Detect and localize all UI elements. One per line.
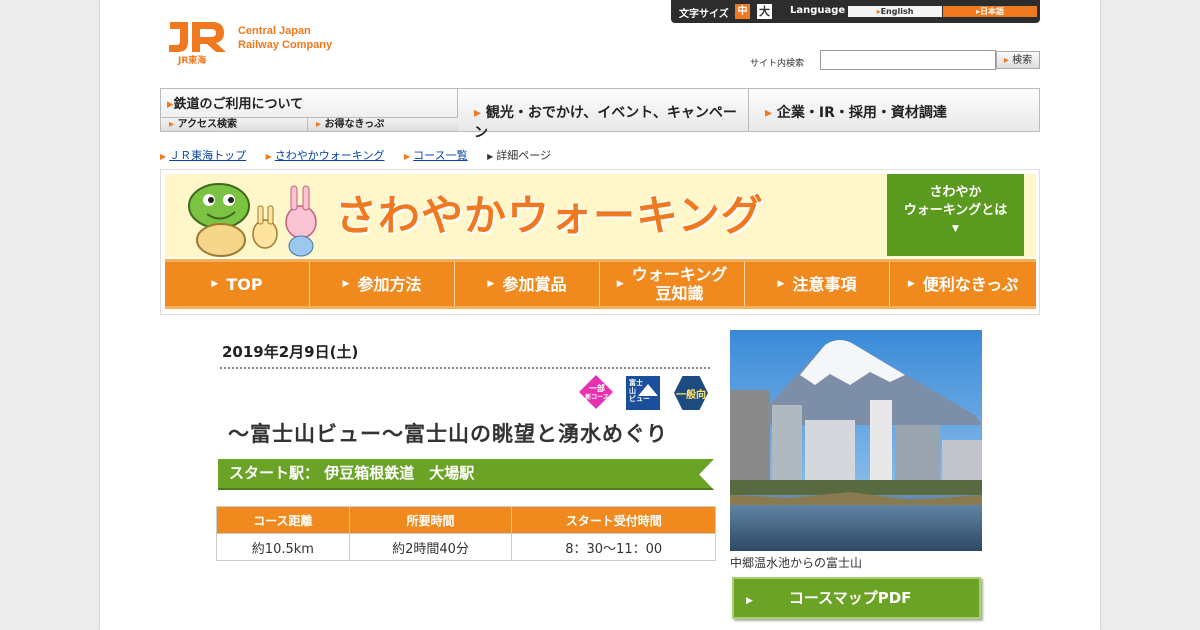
general-badge-icon: 一般向 <box>674 376 708 410</box>
search-button[interactable]: ▸ 検索 <box>996 51 1040 69</box>
mountain-icon <box>638 384 658 396</box>
site-search-input[interactable] <box>820 50 996 70</box>
duration-value: 約2時間40分 <box>348 533 513 561</box>
breadcrumb: ▶ ＪＲ東海トップ ▶ さわやかウォーキング ▶ コース一覧 ▶ 詳細ページ <box>160 147 567 163</box>
jr-central-logo[interactable]: JR東海 Central Japan Railway Company <box>166 18 356 66</box>
nav-railway-label: 鉄道のご利用について <box>173 97 304 112</box>
mascot-illustration <box>188 183 317 257</box>
tab-walking-tips[interactable]: ▶ ウォーキング 豆知識 <box>600 262 745 306</box>
search-button-label: 検索 <box>1012 55 1033 66</box>
about-walking-button[interactable]: さわやか ウォーキングとは ▼ <box>887 174 1024 256</box>
col-duration: 所要時間 <box>348 506 513 534</box>
fuji-view-badge-icon: 富士 山 ビュー <box>626 376 660 410</box>
new-course-badge-icon: 一部 新コース <box>579 375 614 410</box>
nav-tourism[interactable]: ▸ 観光・おでかけ、イベント、キャンペーン <box>458 89 749 141</box>
global-nav: ▸ 鉄道のご利用について ▸ アクセス検索 ▸ お得なきっぷ ▸ 観光・おでかけ、… <box>160 88 1040 141</box>
nav-railway[interactable]: ▸ 鉄道のご利用について ▸ アクセス検索 ▸ お得なきっぷ <box>161 89 458 131</box>
distance-value: 約10.5km <box>216 533 350 561</box>
breadcrumb-link-top[interactable]: ＪＲ東海トップ <box>169 149 246 162</box>
language-japanese-button[interactable]: ▸日本語 <box>943 6 1037 17</box>
nav-access-search[interactable]: ▸ アクセス検索 <box>161 117 308 131</box>
tab-top-label: TOP <box>226 274 263 294</box>
nav-corporate[interactable]: ▸ 企業・IR・採用・資材調達 <box>749 89 1039 131</box>
tab-how-to-join[interactable]: ▶ 参加方法 <box>310 262 455 306</box>
arrow-icon: ▸ <box>316 119 322 130</box>
tab-notes-label: 注意事項 <box>792 274 857 294</box>
tab-useful-tickets[interactable]: ▶ 便利なきっぷ <box>890 262 1036 306</box>
mt-fuji-photo <box>730 330 982 551</box>
badge-general-label: 一般向 <box>676 390 706 401</box>
company-name: Central Japan Railway Company <box>238 24 332 52</box>
breadcrumb-link-course-list[interactable]: コース一覧 <box>413 149 467 162</box>
company-line-1: Central Japan <box>238 25 311 37</box>
tab-top[interactable]: ▶ TOP <box>165 262 310 306</box>
badge-new-line-2: 新コース <box>585 394 609 401</box>
language-label: Language <box>790 5 846 16</box>
event-date: 2019年2月9日(土) <box>222 343 359 361</box>
course-info-table: コース距離 所要時間 スタート受付時間 約10.5km 約2時間40分 8：30… <box>216 506 716 561</box>
arrow-icon: ▶ <box>487 152 494 161</box>
tab-walking-tips-line-1: ウォーキング <box>631 265 728 284</box>
nav-tickets-label: お得なきっぷ <box>324 119 385 130</box>
arrow-icon: ▶ <box>342 278 350 289</box>
arrow-icon: ▶ <box>616 278 624 289</box>
about-line-2: ウォーキングとは <box>903 203 1008 218</box>
arrow-icon: ▶ <box>403 152 411 161</box>
col-start-time: スタート受付時間 <box>511 506 716 534</box>
breadcrumb-link-walking[interactable]: さわやかウォーキング <box>275 149 385 162</box>
arrow-icon: ▶ <box>211 278 219 289</box>
walking-tabs: ▶ TOP ▶ 参加方法 ▶ 参加賞品 ▶ ウォーキング 豆知識 ▶ 注意事項 ▶ 便利なきっ… <box>165 259 1036 309</box>
about-line-1: さわやか <box>929 185 982 200</box>
font-size-label: 文字サイズ <box>679 9 729 20</box>
company-line-2: Railway Company <box>238 39 333 51</box>
arrow-icon: ▶ <box>487 278 495 289</box>
badge-fuji-line-2: 山 <box>629 387 636 395</box>
arrow-icon: ▸ <box>474 105 482 121</box>
tab-useful-tickets-label: 便利なきっぷ <box>922 274 1019 294</box>
language-english-label: English <box>880 7 914 16</box>
banner-header: さわやかウォーキング さわやか ウォーキングとは ▼ <box>165 174 1036 257</box>
banner-title: さわやかウォーキング <box>335 191 764 240</box>
col-distance: コース距離 <box>216 506 350 534</box>
arrow-icon: ▼ <box>952 224 959 234</box>
course-map-pdf-button[interactable]: ▶ コースマップPDF <box>732 577 981 619</box>
tab-how-to-join-label: 参加方法 <box>357 274 422 294</box>
logo-sub: JR東海 <box>178 56 207 66</box>
tab-prizes[interactable]: ▶ 参加賞品 <box>455 262 600 306</box>
font-size-medium-button[interactable]: 中 <box>735 4 750 19</box>
arrow-icon: ▸ <box>169 119 175 130</box>
page: JR東海 Central Japan Railway Company 文字サイズ… <box>100 0 1100 630</box>
arrow-icon: ▶ <box>160 152 167 161</box>
tab-notes[interactable]: ▶ 注意事項 <box>745 262 890 306</box>
photo-caption: 中郷温水池からの富士山 <box>730 556 863 570</box>
nav-corporate-label: 企業・IR・採用・資材調達 <box>776 105 947 121</box>
font-size-large-button[interactable]: 大 <box>757 4 772 19</box>
arrow-icon: ▸ <box>1003 55 1009 66</box>
course-title: ～富士山ビュー～富士山の眺望と湧水めぐり <box>228 422 668 446</box>
start-station: スタート駅： 伊豆箱根鉄道 大場駅 <box>218 459 714 490</box>
nav-tourism-label: 観光・おでかけ、イベント、キャンペーン <box>474 105 737 141</box>
badge-new-line-1: 一部 <box>589 384 605 393</box>
search-label: サイト内検索 <box>750 59 805 69</box>
table-header-row: コース距離 所要時間 スタート受付時間 <box>216 506 716 534</box>
nav-access-label: アクセス検索 <box>177 119 238 130</box>
course-map-pdf-label: コースマップPDF <box>788 589 912 607</box>
tab-prizes-label: 参加賞品 <box>502 274 567 294</box>
language-english-button[interactable]: ▸English <box>848 6 942 17</box>
arrow-icon: ▶ <box>777 278 785 289</box>
start-time-value: 8：30～11：00 <box>511 533 716 561</box>
arrow-icon: ▶ <box>907 278 915 289</box>
breadcrumb-current: 詳細ページ <box>496 149 552 162</box>
table-row: 約10.5km 約2時間40分 8：30～11：00 <box>216 533 716 561</box>
divider <box>220 367 710 369</box>
utility-bar: 文字サイズ 中 大 Language ▸English ▸日本語 <box>671 0 1040 23</box>
badge-fuji-line-3: ビュー <box>629 395 650 403</box>
nav-discount-tickets[interactable]: ▸ お得なきっぷ <box>308 117 458 131</box>
arrow-icon: ▶ <box>746 596 753 606</box>
tab-walking-tips-line-2: 豆知識 <box>655 284 704 303</box>
language-japanese-label: 日本語 <box>980 7 1004 16</box>
arrow-icon: ▸ <box>765 105 773 121</box>
walking-banner: さわやかウォーキング さわやか ウォーキングとは ▼ ▶ TOP ▶ 参加方法 ▶ 参… <box>160 169 1040 315</box>
arrow-icon: ▶ <box>265 152 272 161</box>
